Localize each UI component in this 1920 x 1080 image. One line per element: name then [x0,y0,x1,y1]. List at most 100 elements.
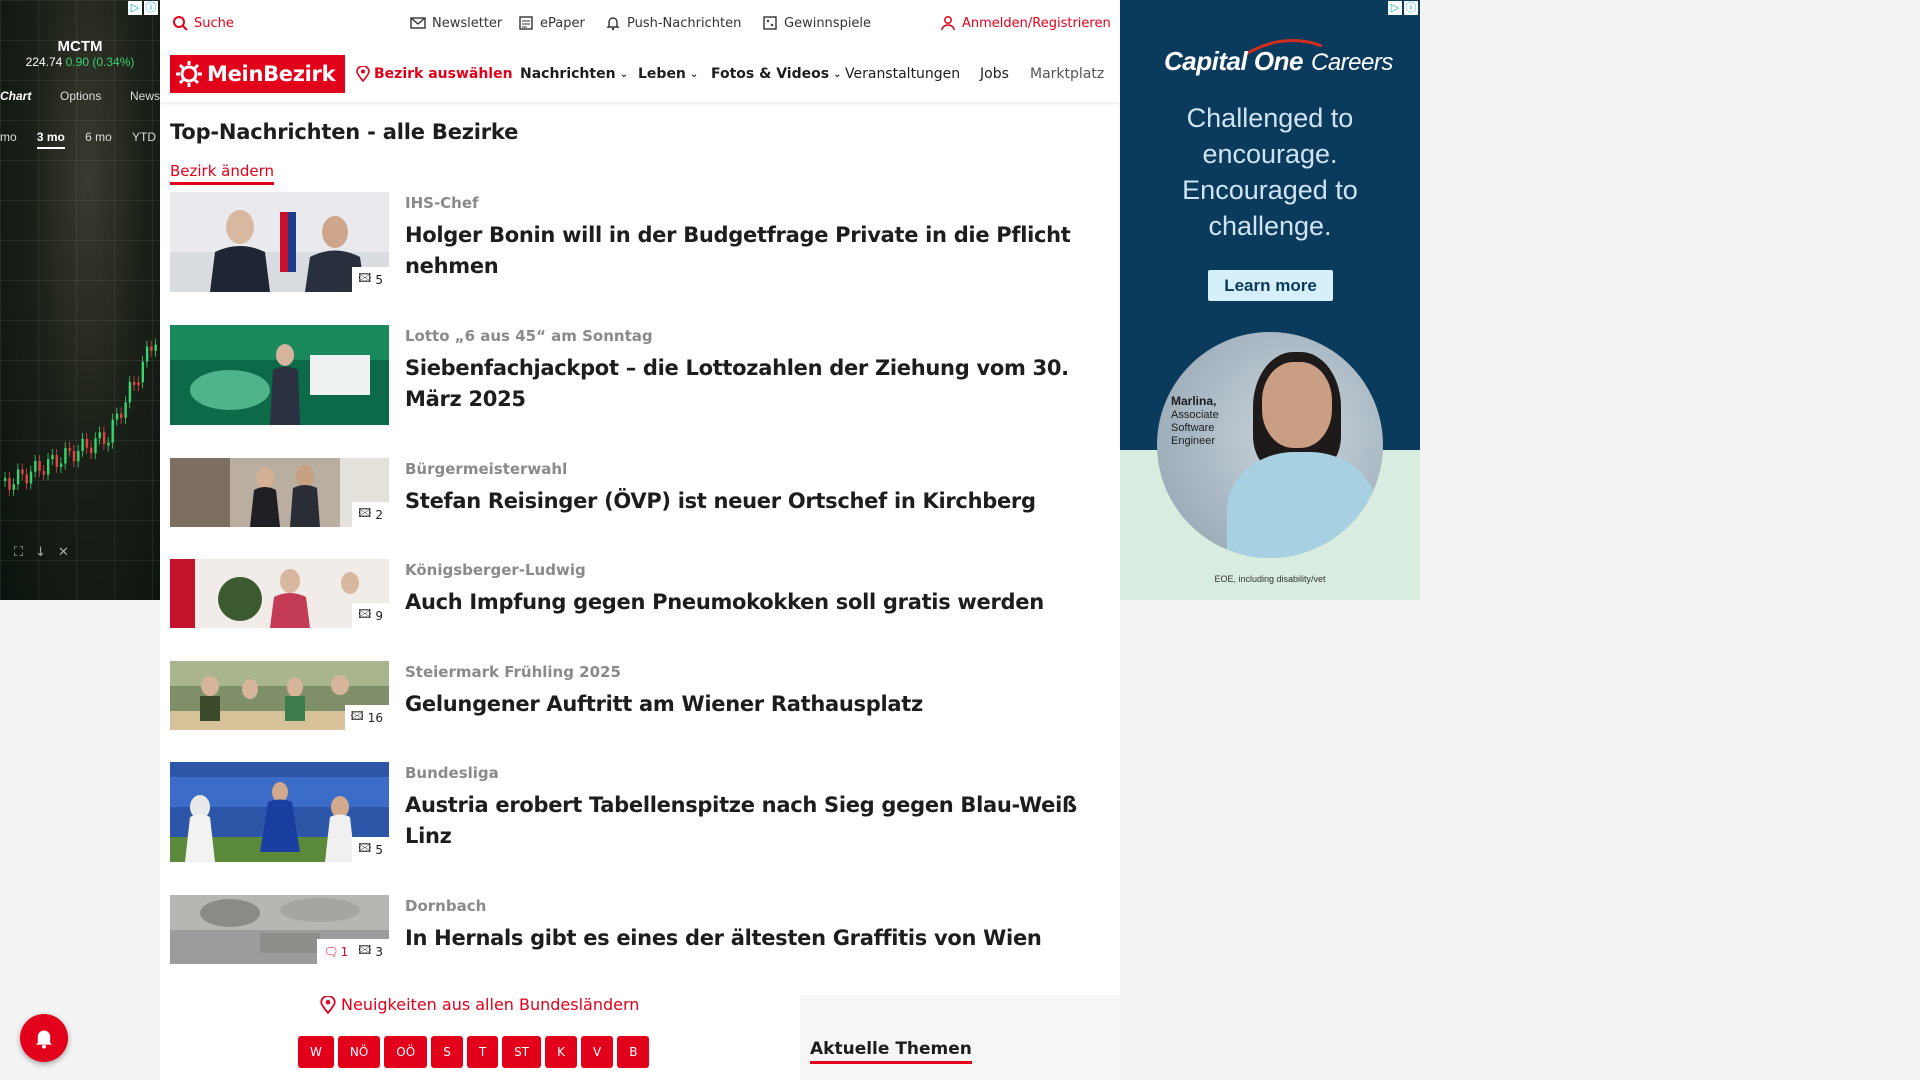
ad-candle-body [4,478,7,481]
counts-badge: 🗨 1 🖾 3 [317,939,389,964]
state-button-b[interactable]: B [617,1036,650,1068]
adchoices-play-icon[interactable]: ▷ [128,1,142,15]
ad-range-1mo[interactable]: mo [0,130,17,149]
site-logo[interactable]: MeinBezirk [170,55,345,93]
newsletter-link[interactable]: Newsletter [410,15,502,31]
adchoices-badge[interactable]: ▷ ⓘ [128,1,158,15]
article-headline[interactable]: Gelungener Auftritt am Wiener Rathauspla… [405,689,1115,720]
logo-text: MeinBezirk [207,62,336,86]
nav-item-label: Fotos & Videos [711,66,830,82]
adchoices-info-icon[interactable]: ⓘ [1404,1,1418,15]
ad-range-ytd[interactable]: YTD [132,130,156,149]
article-thumbnail[interactable]: 🖾 5 [170,192,389,292]
change-district-link[interactable]: Bezirk ändern [170,162,275,185]
ad-chart-tools: ⛶ ↓ ✕ [14,545,69,560]
state-button-w[interactable]: W [298,1036,334,1068]
article-headline[interactable]: Austria erobert Tabellenspitze nach Sieg… [405,790,1115,852]
notification-bell-button[interactable] [20,1014,68,1062]
chevron-down-icon: ⌄ [689,68,699,80]
article-card[interactable]: 🖾 9 Königsberger-Ludwig Auch Impfung gege… [170,559,1115,628]
article-card[interactable]: 🖾 2 Bürgermeisterwahl Stefan Reisinger (Ö… [170,458,1115,527]
article-card[interactable]: Lotto „6 aus 45“ am Sonntag Siebenfachja… [170,325,1115,425]
ad-candle-body [128,381,132,403]
nav-item-leben[interactable]: Leben ⌄ [638,66,698,82]
article-thumbnail[interactable]: 🖾 16 [170,661,389,730]
ad-candle-body [29,471,33,484]
state-button-ooe[interactable]: OÖ [384,1036,428,1068]
ad-candle-body [141,361,144,383]
left-advertisement[interactable]: ▷ ⓘ MCTM 224.74 0.90 (0.34%) Chart Optio… [0,0,160,600]
login-label: Anmelden/Registrieren [962,15,1111,31]
state-buttons: W NÖ OÖ S T ST K V B [298,1036,650,1068]
article-headline[interactable]: Auch Impfung gegen Pneumokokken soll gra… [405,587,1115,618]
ad-candle-body [90,447,93,454]
epaper-link[interactable]: ePaper [518,15,585,31]
nav-item-label: Marktplatz [1030,66,1105,82]
portrait-face [1262,362,1332,448]
section-title: Top-Nachrichten - alle Bezirke [170,120,519,144]
location-pin-icon [320,995,336,1014]
adchoices-info-icon[interactable]: ⓘ [144,1,158,15]
state-button-s[interactable]: S [431,1036,463,1068]
article-card[interactable]: 🗨 1 🖾 3 Dornbach In Hernals gibt es eines … [170,895,1115,964]
article-headline[interactable]: In Hernals gibt es eines der ältesten Gr… [405,923,1115,954]
article-card[interactable]: 🖾 5 IHS-Chef Holger Bonin will in der Bud… [170,192,1115,292]
ad-close-icon[interactable]: ✕ [58,545,69,560]
ad-range-selector: mo 3 mo 6 mo YTD [0,130,160,149]
ad-candle-body [124,402,127,418]
search-link[interactable]: Suche [172,15,234,31]
article-thumbnail[interactable]: 🖾 5 [170,762,389,862]
state-button-st[interactable]: ST [502,1036,542,1068]
article-thumbnail[interactable] [170,325,389,425]
select-district-button[interactable]: Bezirk auswählen [356,66,513,82]
article-headline[interactable]: Stefan Reisinger (ÖVP) ist neuer Ortsche… [405,486,1115,517]
search-icon [173,16,188,31]
right-advertisement[interactable]: ▷ ⓘ Capital One Careers Challenged to enc… [1120,0,1420,600]
ad-tabs: Chart Options News [0,89,160,103]
nav-item-marktplatz[interactable]: Marktplatz [1030,66,1104,82]
gift-icon [763,16,777,30]
ad-tab-chart[interactable]: Chart [0,89,31,103]
ad-candle-body [72,450,76,462]
article-card[interactable]: 🖾 5 Bundesliga Austria erobert Tabellensp… [170,762,1115,862]
nav-item-label: Jobs [980,66,1009,82]
ad-candle-body [133,381,136,385]
ad-candle-body [120,413,123,418]
games-link[interactable]: Gewinnspiele [762,15,871,31]
article-headline[interactable]: Holger Bonin will in der Budgetfrage Pri… [405,220,1115,282]
state-button-v[interactable]: V [580,1036,614,1068]
chevron-down-icon: ⌄ [619,68,628,80]
ad-download-icon[interactable]: ↓ [35,545,46,560]
main-column: Suche Newsletter ePaper Push-Nachrichten… [160,0,1120,1080]
photo-count-badge: 🖾 16 [344,705,389,730]
ad-candle-body [107,442,110,446]
article-headline[interactable]: Siebenfachjackpot – die Lottozahlen der … [405,353,1115,415]
nav-item-jobs[interactable]: Jobs [980,66,1009,82]
ad-range-3mo[interactable]: 3 mo [36,130,65,149]
article-thumbnail[interactable]: 🖾 2 [170,458,389,527]
state-button-k[interactable]: K [545,1036,577,1068]
user-icon [941,16,955,31]
ad-expand-icon[interactable]: ⛶ [14,545,23,560]
all-states-link[interactable]: Neuigkeiten aus allen Bundesländern [320,995,639,1014]
ad-tab-news[interactable]: News [130,89,160,103]
adchoices-badge[interactable]: ▷ ⓘ [1388,1,1418,15]
search-label: Suche [194,15,234,31]
nav-item-nachrichten[interactable]: Nachrichten ⌄ [520,66,628,82]
login-link[interactable]: Anmelden/Registrieren [940,15,1111,31]
article-card[interactable]: 🖾 16 Steiermark Frühling 2025 Gelungener … [170,661,1115,730]
ad-tab-options[interactable]: Options [60,89,101,103]
ad-range-6mo[interactable]: 6 mo [85,130,112,149]
nav-item-fotos-videos[interactable]: Fotos & Videos ⌄ [711,66,841,82]
photo-count: 5 [375,842,383,857]
state-button-t[interactable]: T [466,1036,499,1068]
learn-more-button[interactable]: Learn more [1208,270,1333,301]
article-kicker: Lotto „6 aus 45“ am Sonntag [405,327,653,345]
comment-count-group: 🗨 1 [323,945,348,959]
adchoices-play-icon[interactable]: ▷ [1388,1,1402,15]
push-link[interactable]: Push-Nachrichten [605,15,741,31]
article-thumbnail[interactable]: 🗨 1 🖾 3 [170,895,389,964]
article-thumbnail[interactable]: 🖾 9 [170,559,389,628]
nav-item-veranstaltungen[interactable]: Veranstaltungen [845,66,960,82]
state-button-noe[interactable]: NÖ [337,1036,381,1068]
